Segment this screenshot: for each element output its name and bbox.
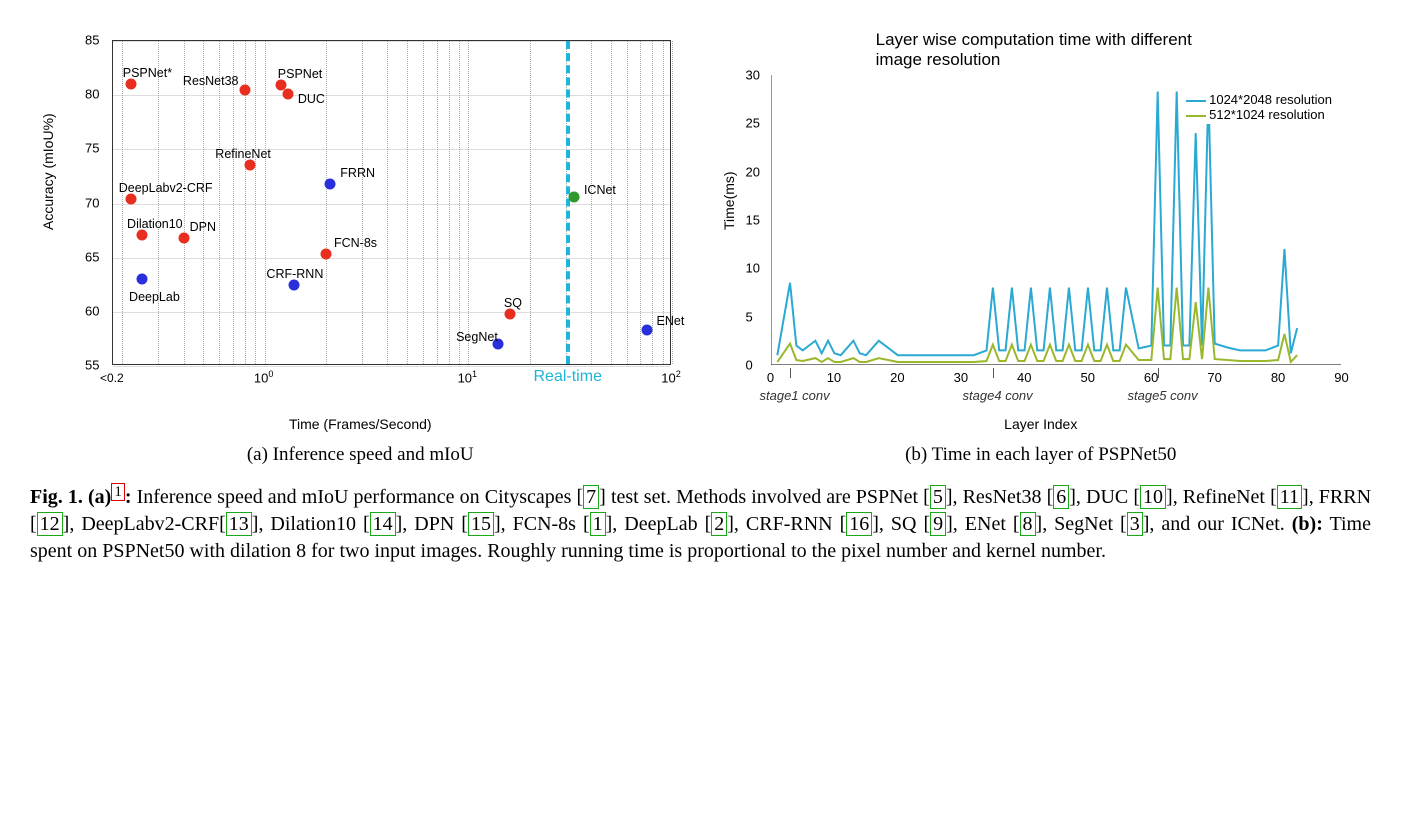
- datapoint-label: DeepLab: [129, 290, 180, 304]
- datapoint-label: ResNet38: [183, 74, 239, 88]
- datapoint-deeplab: [137, 274, 148, 285]
- datapoint-label: RefineNet: [215, 147, 271, 161]
- datapoint-label: DUC: [298, 92, 325, 106]
- footnote-ref[interactable]: 1: [111, 483, 125, 501]
- datapoint-icnet: [568, 192, 579, 203]
- datapoint-label: ICNet: [584, 183, 616, 197]
- datapoint-pspnet*: [125, 79, 136, 90]
- datapoint-label: ENet: [657, 314, 685, 328]
- datapoint-sq: [504, 309, 515, 320]
- ref-3[interactable]: 3: [1127, 512, 1143, 536]
- datapoint-resnet38: [239, 84, 250, 95]
- datapoint-label: DeepLabv2-CRF: [119, 181, 213, 195]
- datapoint-label: SegNet: [456, 330, 498, 344]
- legend-swatch-cyan: [1186, 100, 1206, 102]
- ref-10[interactable]: 10: [1140, 485, 1166, 509]
- ref-11[interactable]: 11: [1277, 485, 1302, 509]
- caption-text-15: , SegNet: [1042, 513, 1120, 535]
- caption-text-7: , DeepLabv2-CRF: [69, 513, 219, 535]
- datapoint-label: Dilation10: [127, 217, 183, 231]
- line-plot: Layer wise computation time with differe…: [711, 20, 1372, 440]
- datapoint-label: SQ: [504, 296, 522, 310]
- ref-2[interactable]: 2: [711, 512, 727, 536]
- datapoint-label: PSPNet: [278, 67, 322, 81]
- caption-text-1: Inference speed and mIoU performance on …: [131, 486, 576, 508]
- caption-text-2: test set. Methods involved are PSPNet: [606, 486, 923, 508]
- ref-14[interactable]: 14: [370, 512, 396, 536]
- caption-text-6: , FRRN: [1309, 486, 1371, 508]
- y-axis-label-a: Accuracy (mIoU%): [40, 113, 56, 230]
- caption-text-12: , CRF-RNN: [734, 513, 840, 535]
- datapoint-enet: [641, 325, 652, 336]
- ref-6[interactable]: 6: [1053, 485, 1069, 509]
- legend: 1024*2048 resolution 512*1024 resolution: [1182, 90, 1336, 124]
- legend-item-2: 512*1024 resolution: [1186, 107, 1332, 122]
- legend-text-2: 512*1024 resolution: [1209, 107, 1325, 122]
- chart-b-title: Layer wise computation time with differe…: [876, 30, 1206, 70]
- ref-15[interactable]: 15: [468, 512, 494, 536]
- plot-area-a: Real-timePSPNet*ResNet38PSPNetDUCRefineN…: [112, 40, 671, 365]
- caption-text-9: , DPN: [402, 513, 461, 535]
- ref-16[interactable]: 16: [846, 512, 872, 536]
- datapoint-fcn-8s: [320, 249, 331, 260]
- caption-text-11: , DeepLab: [612, 513, 704, 535]
- ref-5[interactable]: 5: [930, 485, 946, 509]
- datapoint-crf-rnn: [289, 279, 300, 290]
- ref-9[interactable]: 9: [930, 512, 946, 536]
- ref-8[interactable]: 8: [1020, 512, 1036, 536]
- caption-text-13: , SQ: [879, 513, 924, 535]
- caption-text-16: , and our ICNet.: [1149, 513, 1291, 535]
- datapoint-label: FCN-8s: [334, 236, 377, 250]
- datapoint-label: FRRN: [340, 166, 375, 180]
- datapoint-duc: [282, 89, 293, 100]
- figure-caption: Fig. 1. (a)1: Inference speed and mIoU p…: [30, 484, 1371, 565]
- fig-number: Fig. 1.: [30, 486, 83, 508]
- datapoint-label: DPN: [190, 220, 216, 234]
- datapoint-frrn: [325, 179, 336, 190]
- legend-item-1: 1024*2048 resolution: [1186, 92, 1332, 107]
- caption-text-3: , ResNet38: [953, 486, 1047, 508]
- datapoint-dpn: [178, 233, 189, 244]
- datapoint-refinenet: [245, 159, 256, 170]
- ref-12[interactable]: 12: [37, 512, 63, 536]
- x-axis-label-b: Layer Index: [1004, 416, 1077, 432]
- datapoint-dilation10: [137, 229, 148, 240]
- part-b-label: (b):: [1292, 513, 1323, 535]
- subcaption-b: (b) Time in each layer of PSPNet50: [905, 444, 1176, 466]
- caption-text-5: , RefineNet: [1173, 486, 1270, 508]
- datapoint-label: CRF-RNN: [266, 267, 323, 281]
- datapoint-label: PSPNet*: [123, 66, 172, 80]
- caption-text-14: , ENet: [953, 513, 1013, 535]
- caption-text-4: , DUC: [1076, 486, 1133, 508]
- caption-text-10: , FCN-8s: [501, 513, 583, 535]
- y-axis-label-b: Time(ms): [721, 171, 737, 230]
- caption-text-8: , Dilation10: [258, 513, 363, 535]
- legend-swatch-lime: [1186, 115, 1206, 117]
- subcaption-a: (a) Inference speed and mIoU: [247, 444, 474, 466]
- ref-1[interactable]: 1: [590, 512, 606, 536]
- legend-text-1: 1024*2048 resolution: [1209, 92, 1332, 107]
- x-axis-label-a: Time (Frames/Second): [289, 416, 432, 432]
- datapoint-deeplabv2-crf: [125, 194, 136, 205]
- ref-7[interactable]: 7: [583, 485, 599, 509]
- figure-b: Layer wise computation time with differe…: [711, 20, 1372, 466]
- part-a-label: (a): [88, 486, 111, 508]
- figure-a: Real-timePSPNet*ResNet38PSPNetDUCRefineN…: [30, 20, 691, 466]
- ref-13[interactable]: 13: [226, 512, 252, 536]
- scatter-plot: Real-timePSPNet*ResNet38PSPNetDUCRefineN…: [30, 20, 691, 440]
- figure-row: Real-timePSPNet*ResNet38PSPNetDUCRefineN…: [30, 20, 1371, 466]
